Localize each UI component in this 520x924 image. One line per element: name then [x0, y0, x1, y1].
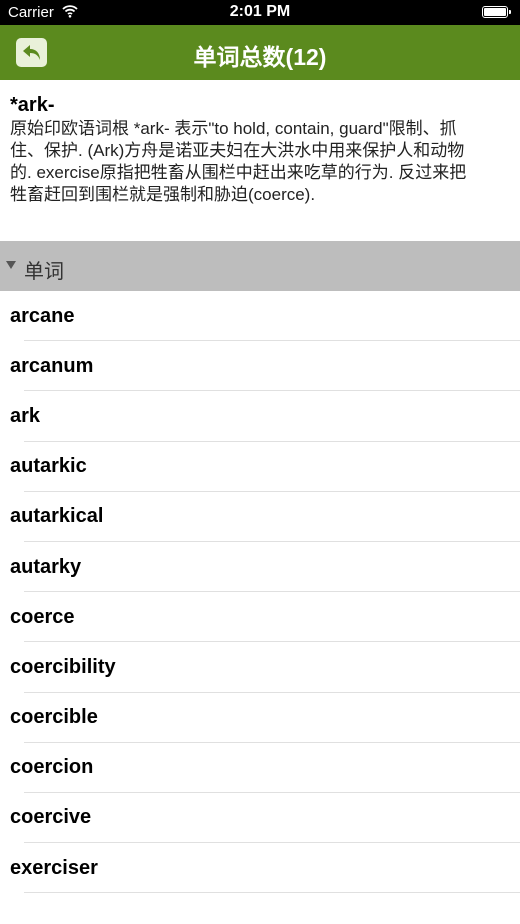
list-item[interactable]: autarkic [0, 442, 520, 492]
word-label: arcanum [10, 354, 94, 377]
nav-bar: 单词总数(12) [0, 25, 520, 80]
root-info: *ark- 原始印欧语词根 *ark- 表示"to hold, contain,… [0, 80, 520, 241]
list-item[interactable]: autarky [0, 542, 520, 593]
list-item[interactable]: arcanum [0, 341, 520, 392]
word-label: coercibility [10, 655, 116, 678]
section-label: 单词 [24, 261, 64, 283]
clock: 2:01 PM [229, 3, 291, 20]
word-label: autarky [10, 555, 82, 578]
word-label: autarkical [10, 505, 104, 528]
list-item[interactable]: coercion [0, 743, 520, 794]
word-label: coercion [10, 756, 94, 779]
word-list: arcane arcanum ark autarkic autarkical a… [0, 291, 520, 894]
list-item[interactable]: exerciser [0, 843, 520, 894]
root-word: *ark- [10, 94, 55, 116]
battery-icon [482, 6, 511, 18]
page-title: 单词总数(12) [193, 44, 327, 70]
word-label: coerce [10, 605, 75, 628]
word-label: arcane [10, 304, 75, 327]
word-label: coercive [10, 806, 92, 829]
section-header[interactable]: 单词 [0, 241, 520, 291]
word-label: coercible [10, 706, 98, 729]
list-item[interactable]: coerce [0, 592, 520, 643]
list-item[interactable]: coercibility [0, 642, 520, 693]
root-description: 原始印欧语词根 *ark- 表示"to hold, contain, guard… [10, 119, 467, 204]
collapse-triangle-icon [6, 261, 16, 269]
word-label: ark [10, 404, 41, 427]
word-label: exerciser [10, 856, 98, 879]
list-item[interactable]: arcane [0, 291, 520, 342]
list-item[interactable]: coercive [0, 793, 520, 844]
list-item[interactable]: autarkical [0, 492, 520, 543]
list-item[interactable]: ark [0, 391, 520, 442]
status-bar: Carrier 2:01 PM [0, 0, 520, 25]
list-item[interactable]: coercible [0, 693, 520, 743]
word-label: autarkic [10, 455, 87, 478]
